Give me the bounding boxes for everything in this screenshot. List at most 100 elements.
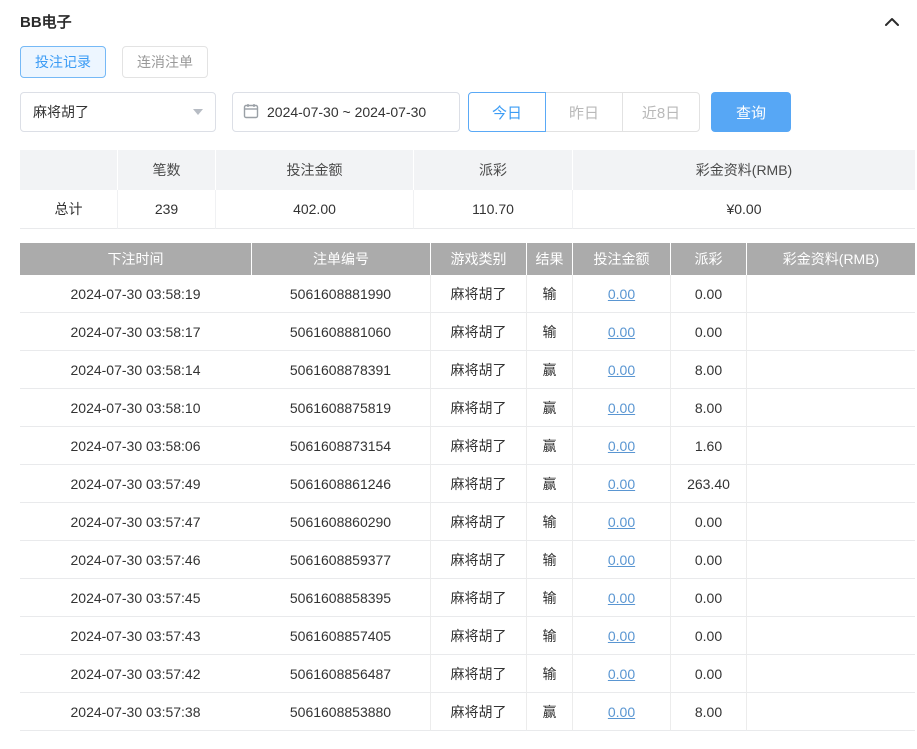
collapse-panel-button[interactable] bbox=[881, 10, 903, 32]
summary-total-cell: 110.70 bbox=[413, 190, 572, 229]
cell-bet-time: 2024-07-30 03:57:46 bbox=[20, 541, 251, 579]
cell-payout: 8.00 bbox=[670, 693, 746, 731]
cell-order-number: 5061608857405 bbox=[251, 617, 430, 655]
cell-bet-amount: 0.00 bbox=[572, 579, 670, 617]
cell-bet-time: 2024-07-30 03:57:45 bbox=[20, 579, 251, 617]
cell-bet-amount: 0.00 bbox=[572, 389, 670, 427]
cell-bet-amount: 0.00 bbox=[572, 655, 670, 693]
cell-result: 输 bbox=[526, 655, 572, 693]
table-header-cell: 投注金额 bbox=[572, 243, 670, 275]
cell-game-type: 麻将胡了 bbox=[430, 503, 526, 541]
partial-next-row bbox=[20, 731, 915, 744]
cell-game-type: 麻将胡了 bbox=[430, 389, 526, 427]
cell-result: 输 bbox=[526, 275, 572, 313]
bet-amount-link[interactable]: 0.00 bbox=[608, 476, 635, 492]
cell-bonus bbox=[746, 541, 915, 579]
table-header-cell: 下注时间 bbox=[20, 243, 251, 275]
tab-cancelled-orders[interactable]: 连消注单 bbox=[122, 46, 208, 78]
cell-bonus bbox=[746, 313, 915, 351]
yesterday-button[interactable]: 昨日 bbox=[545, 92, 623, 132]
summary-table: 笔数 投注金额 派彩 彩金资料(RMB) 总计 239 402.00 110.70 ¥0.00 bbox=[20, 150, 915, 229]
cell-result: 赢 bbox=[526, 465, 572, 503]
cell-result: 赢 bbox=[526, 693, 572, 731]
table-row: 2024-07-30 03:57:46 5061608859377 麻将胡了输 0.0… bbox=[20, 541, 915, 579]
search-button[interactable]: 查询 bbox=[711, 92, 791, 132]
cell-result: 赢 bbox=[526, 351, 572, 389]
cell-bet-amount: 0.00 bbox=[572, 503, 670, 541]
cell-bet-time: 2024-07-30 03:57:38 bbox=[20, 693, 251, 731]
cell-payout: 0.00 bbox=[670, 617, 746, 655]
cell-order-number: 5061608878391 bbox=[251, 351, 430, 389]
cell-result: 赢 bbox=[526, 427, 572, 465]
game-type-select-value: 麻将胡了 bbox=[33, 104, 89, 120]
calendar-icon bbox=[243, 103, 259, 122]
table-header-cell: 派彩 bbox=[670, 243, 746, 275]
summary-total-cell: ¥0.00 bbox=[572, 190, 915, 229]
bet-amount-link[interactable]: 0.00 bbox=[608, 590, 635, 606]
summary-header-cell: 彩金资料(RMB) bbox=[572, 150, 915, 190]
table-row: 2024-07-30 03:57:38 5061608853880 麻将胡了赢 0.0… bbox=[20, 693, 915, 731]
cell-result: 输 bbox=[526, 313, 572, 351]
cell-bonus bbox=[746, 579, 915, 617]
bet-amount-link[interactable]: 0.00 bbox=[608, 286, 635, 302]
cell-bet-amount: 0.00 bbox=[572, 313, 670, 351]
table-header-cell: 游戏类别 bbox=[430, 243, 526, 275]
table-row: 2024-07-30 03:58:19 5061608881990 麻将胡了输 0.0… bbox=[20, 275, 915, 313]
cell-bet-time: 2024-07-30 03:58:10 bbox=[20, 389, 251, 427]
tab-bet-records[interactable]: 投注记录 bbox=[20, 46, 106, 78]
bet-amount-link[interactable]: 0.00 bbox=[608, 704, 635, 720]
table-row: 2024-07-30 03:57:47 5061608860290 麻将胡了输 0.0… bbox=[20, 503, 915, 541]
cell-game-type: 麻将胡了 bbox=[430, 427, 526, 465]
cell-bonus bbox=[746, 389, 915, 427]
bet-amount-link[interactable]: 0.00 bbox=[608, 324, 635, 340]
cell-game-type: 麻将胡了 bbox=[430, 693, 526, 731]
bet-amount-link[interactable]: 0.00 bbox=[608, 362, 635, 378]
cell-bet-amount: 0.00 bbox=[572, 351, 670, 389]
cell-bonus bbox=[746, 693, 915, 731]
cell-bonus bbox=[746, 503, 915, 541]
cell-game-type: 麻将胡了 bbox=[430, 351, 526, 389]
cell-bet-time: 2024-07-30 03:58:06 bbox=[20, 427, 251, 465]
cell-order-number: 5061608853880 bbox=[251, 693, 430, 731]
cell-payout: 8.00 bbox=[670, 351, 746, 389]
summary-header-cell: 笔数 bbox=[117, 150, 215, 190]
cell-game-type: 麻将胡了 bbox=[430, 579, 526, 617]
summary-total-cell: 402.00 bbox=[215, 190, 413, 229]
bet-amount-link[interactable]: 0.00 bbox=[608, 666, 635, 682]
cell-result: 输 bbox=[526, 503, 572, 541]
cell-payout: 0.00 bbox=[670, 579, 746, 617]
cell-bet-time: 2024-07-30 03:57:43 bbox=[20, 617, 251, 655]
bet-amount-link[interactable]: 0.00 bbox=[608, 628, 635, 644]
cell-payout: 1.60 bbox=[670, 427, 746, 465]
table-row: 2024-07-30 03:57:49 5061608861246 麻将胡了赢 0.0… bbox=[20, 465, 915, 503]
table-row: 2024-07-30 03:58:17 5061608881060 麻将胡了输 0.0… bbox=[20, 313, 915, 351]
table-row: 2024-07-30 03:58:06 5061608873154 麻将胡了赢 0.0… bbox=[20, 427, 915, 465]
last-8-days-button[interactable]: 近8日 bbox=[622, 92, 700, 132]
game-type-select[interactable]: 麻将胡了 bbox=[20, 92, 216, 132]
cell-game-type: 麻将胡了 bbox=[430, 465, 526, 503]
summary-total-row: 总计 239 402.00 110.70 ¥0.00 bbox=[20, 190, 915, 229]
cell-payout: 0.00 bbox=[670, 541, 746, 579]
cell-result: 输 bbox=[526, 541, 572, 579]
cell-bet-amount: 0.00 bbox=[572, 427, 670, 465]
bet-amount-link[interactable]: 0.00 bbox=[608, 400, 635, 416]
cell-bet-amount: 0.00 bbox=[572, 465, 670, 503]
bet-amount-link[interactable]: 0.00 bbox=[608, 552, 635, 568]
cell-order-number: 5061608881990 bbox=[251, 275, 430, 313]
table-header-cell: 彩金资料(RMB) bbox=[746, 243, 915, 275]
bet-amount-link[interactable]: 0.00 bbox=[608, 514, 635, 530]
date-range-picker[interactable]: 2024-07-30 ~ 2024-07-30 bbox=[232, 92, 460, 132]
table-body: 2024-07-30 03:58:19 5061608881990 麻将胡了输 0.0… bbox=[20, 275, 915, 731]
cell-result: 输 bbox=[526, 579, 572, 617]
cell-order-number: 5061608860290 bbox=[251, 503, 430, 541]
today-button[interactable]: 今日 bbox=[468, 92, 546, 132]
cell-game-type: 麻将胡了 bbox=[430, 541, 526, 579]
cell-bet-amount: 0.00 bbox=[572, 275, 670, 313]
cell-result: 赢 bbox=[526, 389, 572, 427]
cell-payout: 0.00 bbox=[670, 275, 746, 313]
cell-payout: 0.00 bbox=[670, 503, 746, 541]
cell-bet-time: 2024-07-30 03:58:14 bbox=[20, 351, 251, 389]
table-header-cell: 注单编号 bbox=[251, 243, 430, 275]
bet-amount-link[interactable]: 0.00 bbox=[608, 438, 635, 454]
table-row: 2024-07-30 03:57:45 5061608858395 麻将胡了输 0.0… bbox=[20, 579, 915, 617]
